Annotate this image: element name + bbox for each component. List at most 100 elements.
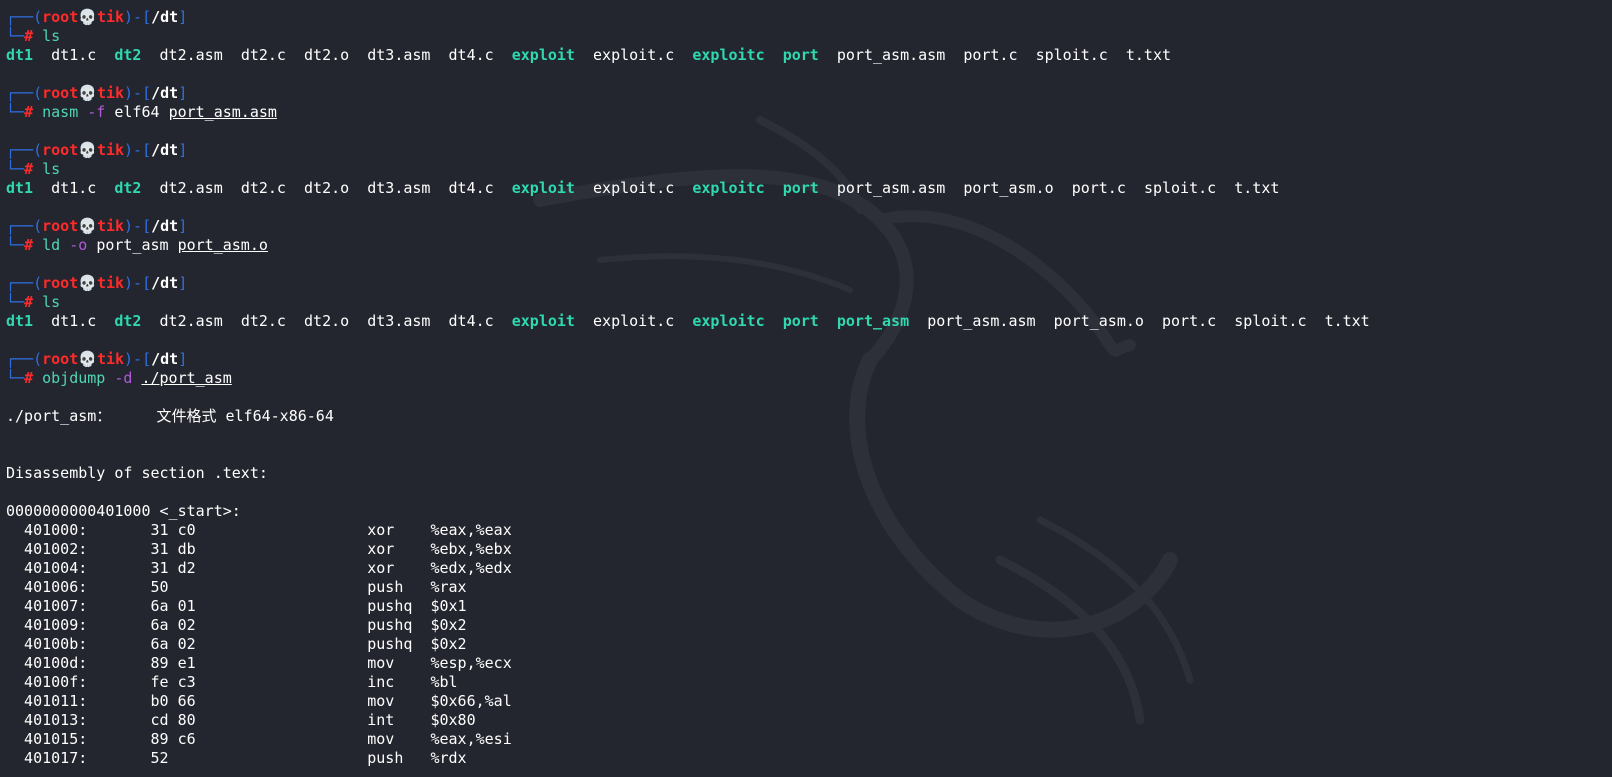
- executable-file: exploitc: [692, 179, 765, 197]
- file-name: port.c: [963, 46, 1018, 64]
- file-name: dt4.c: [448, 312, 494, 330]
- objdump-output-line: 401004: 31 d2 xor %edx,%edx: [6, 559, 512, 577]
- prompt-cwd: /dt: [151, 350, 179, 368]
- prompt-header: ┌──(root💀tik)-[/dt]: [6, 350, 1606, 369]
- objdump-output-line: 401009: 6a 02 pushq $0x2: [6, 616, 467, 634]
- executable-file: port: [782, 312, 819, 330]
- prompt-hash: #: [24, 27, 34, 45]
- file-name: dt2.c: [240, 312, 286, 330]
- prompt-host: tik: [96, 84, 125, 102]
- command-path: port_asm.o: [177, 236, 268, 254]
- file-name: dt4.c: [448, 179, 494, 197]
- objdump-output-line: 40100d: 89 e1 mov %esp,%ecx: [6, 654, 512, 672]
- prompt-header: ┌──(root💀tik)-[/dt]: [6, 141, 1606, 160]
- prompt-frame: ┌──(: [6, 350, 43, 368]
- file-name: sploit.c: [1234, 312, 1307, 330]
- command-path: port_asm.asm: [168, 103, 277, 121]
- prompt-host: tik: [96, 217, 125, 235]
- terminal-output: ┌──(root💀tik)-[/dt] └─# ls dt1 dt1.c dt2 d…: [6, 8, 1606, 768]
- command-line: └─# ls: [6, 160, 1606, 179]
- prompt-hash: #: [24, 369, 34, 387]
- prompt-header: ┌──(root💀tik)-[/dt]: [6, 8, 1606, 27]
- file-name: dt3.asm: [367, 312, 431, 330]
- prompt-frame: )-[: [124, 217, 152, 235]
- file-name: dt2.asm: [159, 179, 223, 197]
- file-name: port_asm.o: [963, 179, 1054, 197]
- command-line: └─# ld -o port_asm port_asm.o: [6, 236, 1606, 255]
- command-line: └─# objdump -d ./port_asm: [6, 369, 1606, 388]
- prompt-cwd: /dt: [151, 217, 179, 235]
- prompt-frame: └─: [6, 27, 25, 45]
- prompt-frame: )-[: [124, 350, 152, 368]
- file-name: exploit.c: [593, 46, 675, 64]
- executable-file: dt2: [114, 46, 142, 64]
- prompt-frame: ]: [178, 274, 188, 292]
- file-name: dt3.asm: [367, 179, 431, 197]
- command-opt: -f: [87, 103, 106, 121]
- ls-output: dt1 dt1.c dt2 dt2.asm dt2.c dt2.o dt3.as…: [6, 46, 1606, 65]
- command-name: ld: [42, 236, 61, 254]
- prompt-frame: ┌──(: [6, 274, 43, 292]
- ls-output: dt1 dt1.c dt2 dt2.asm dt2.c dt2.o dt3.as…: [6, 312, 1606, 331]
- prompt-host: tik: [96, 274, 125, 292]
- prompt-hash: #: [24, 236, 34, 254]
- prompt-frame: ]: [178, 217, 188, 235]
- prompt-hash: #: [24, 293, 34, 311]
- file-name: port_asm.asm: [836, 46, 946, 64]
- objdump-output-line: 40100b: 6a 02 pushq $0x2: [6, 635, 467, 653]
- objdump-output-line: 401017: 52 push %rdx: [6, 749, 467, 767]
- file-name: dt4.c: [448, 46, 494, 64]
- file-name: port_asm.asm: [927, 312, 1036, 330]
- skull-icon: 💀: [78, 217, 97, 235]
- file-name: port.c: [1162, 312, 1217, 330]
- file-name: dt2.asm: [159, 46, 223, 64]
- objdump-output-line: 401013: cd 80 int $0x80: [6, 711, 476, 729]
- command-line: └─# nasm -f elf64 port_asm.asm: [6, 103, 1606, 122]
- executable-file: exploit: [511, 46, 575, 64]
- file-name: dt1.c: [51, 312, 97, 330]
- file-name: dt1.c: [51, 46, 97, 64]
- prompt-cwd: /dt: [151, 274, 179, 292]
- objdump-output-line: 40100f: fe c3 inc %bl: [6, 673, 458, 691]
- command-name: objdump: [42, 369, 106, 387]
- file-name: dt2.o: [304, 46, 350, 64]
- prompt-hash: #: [24, 160, 34, 178]
- prompt-frame: )-[: [124, 8, 152, 26]
- executable-file: port: [782, 46, 819, 64]
- file-name: port_asm.o: [1053, 312, 1144, 330]
- command-line: └─# ls: [6, 293, 1606, 312]
- command-arg: port_asm: [96, 236, 169, 254]
- objdump-output-line: ./port_asm： 文件格式 elf64-x86-64: [6, 407, 334, 425]
- command-name: ls: [42, 293, 61, 311]
- prompt-frame: └─: [6, 293, 25, 311]
- file-name: t.txt: [1324, 312, 1370, 330]
- objdump-output-line: 401002: 31 db xor %ebx,%ebx: [6, 540, 512, 558]
- objdump-output-line: 401015: 89 c6 mov %eax,%esi: [6, 730, 512, 748]
- file-name: sploit.c: [1143, 179, 1217, 197]
- executable-file: port: [782, 179, 819, 197]
- command-arg: elf64: [114, 103, 160, 121]
- file-name: dt2.o: [304, 179, 350, 197]
- prompt-user: root: [42, 274, 79, 292]
- file-name: dt2.c: [240, 179, 286, 197]
- objdump-output-line: 401000: 31 c0 xor %eax,%eax: [6, 521, 512, 539]
- prompt-user: root: [42, 84, 79, 102]
- command-name: ls: [42, 27, 61, 45]
- skull-icon: 💀: [78, 8, 97, 26]
- prompt-hash: #: [24, 103, 34, 121]
- prompt-frame: └─: [6, 236, 25, 254]
- executable-file: dt2: [114, 312, 142, 330]
- file-name: dt3.asm: [367, 46, 431, 64]
- executable-file: port_asm: [836, 312, 910, 330]
- prompt-user: root: [42, 141, 79, 159]
- command-path: ./port_asm: [141, 369, 232, 387]
- ls-output: dt1 dt1.c dt2 dt2.asm dt2.c dt2.o dt3.as…: [6, 179, 1606, 198]
- prompt-frame: )-[: [124, 141, 152, 159]
- command-name: ls: [42, 160, 61, 178]
- prompt-cwd: /dt: [151, 8, 179, 26]
